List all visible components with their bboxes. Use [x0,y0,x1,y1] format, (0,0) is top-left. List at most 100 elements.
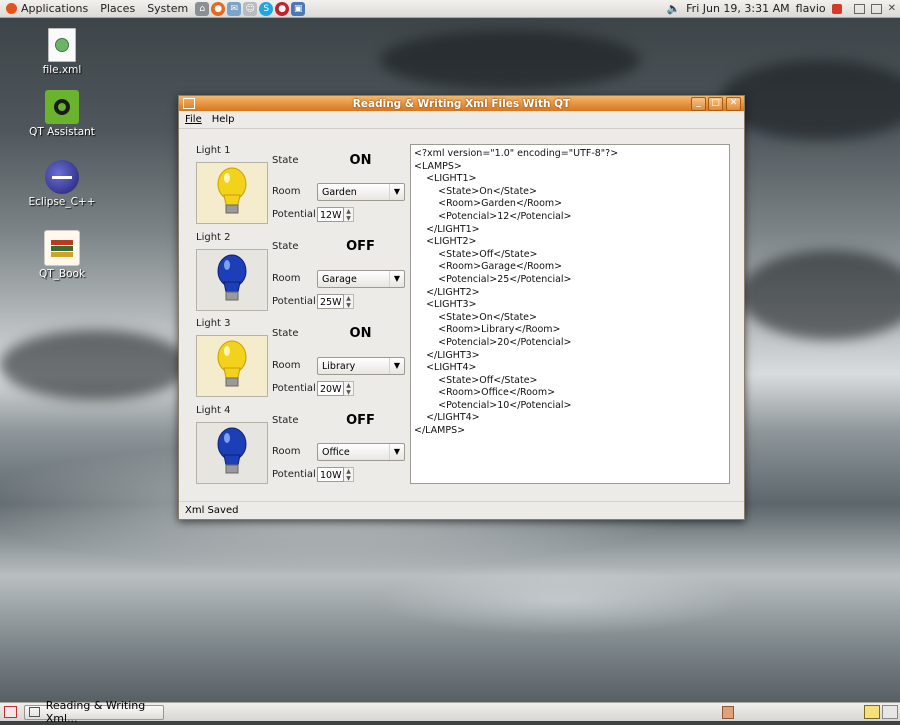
taskbar-window-button[interactable]: Reading & Writing Xml... [24,699,164,725]
trash-icon[interactable] [722,706,734,719]
app-window: Reading & Writing Xml Files With QT _ □ … [178,95,745,520]
potential-label: Potential [272,469,316,480]
file-menu[interactable]: File [185,114,202,125]
cloud-decoration [720,60,900,140]
user-name[interactable]: flavio [796,2,826,15]
state-value: ON [349,326,372,341]
desktop-icon-qt-assistant[interactable]: QT Assistant [22,90,102,138]
desktop-icon-qt-book[interactable]: QT_Book [22,230,102,280]
xml-line: <State>Off</State> [414,248,538,260]
workspace-switcher[interactable] [864,705,880,719]
xml-line: <LIGHT4> [414,362,477,374]
xml-line: <?xml version="1.0" encoding="UTF-8"?> [414,148,619,159]
xml-line: <LIGHT2> [414,236,477,248]
xml-line: <Potencial>25</Potencial> [414,273,572,285]
window-title: Reading & Writing Xml Files With QT [352,97,571,110]
xml-line: </LIGHT1> [414,223,480,235]
help-menu[interactable]: Help [212,114,235,125]
room-label: Room [272,186,301,197]
desktop-icon-eclipse[interactable]: Eclipse_C++ [22,160,102,208]
applications-menu[interactable]: Applications [0,0,94,17]
potential-spinbox[interactable]: 10W ▲ ▼ [317,467,354,482]
chat-launcher-icon[interactable]: ☺ [243,1,258,16]
minimize-button[interactable]: _ [691,97,706,111]
media-launcher-icon[interactable]: ● [275,1,290,16]
room-combobox[interactable]: Library ▼ [317,357,405,375]
xml-line: <Potencial>10</Potencial> [414,399,572,411]
window-restore-icon[interactable] [853,3,865,14]
room-combobox[interactable]: Garage ▼ [317,270,405,288]
places-menu[interactable]: Places [94,0,141,17]
xml-line: <State>On</State> [414,185,537,197]
close-icon[interactable]: ✕ [888,3,896,14]
lightbulb-off-icon [217,254,247,301]
window-maximize-icon[interactable] [870,3,882,14]
status-text: Xml Saved [185,505,239,516]
mail-launcher-icon[interactable]: ✉ [227,1,242,16]
spin-arrows[interactable]: ▲ ▼ [344,207,354,222]
xml-line: <State>Off</State> [414,374,538,386]
chevron-down-icon: ▼ [389,358,404,374]
ubuntu-logo-icon [6,3,17,14]
xml-line: <Potencial>12</Potencial> [414,210,572,222]
room-label: Room [272,273,301,284]
xml-line: <State>On</State> [414,311,537,323]
maximize-button[interactable]: □ [708,97,723,111]
firefox-launcher-icon[interactable]: ● [211,1,226,16]
system-menu[interactable]: System [141,0,194,17]
qt-assistant-icon [45,90,79,124]
top-panel: Applications Places System ⌂ ● ✉ ☺ S ● ▣… [0,0,900,18]
desktop-icon-file-xml[interactable]: file.xml [22,28,102,76]
window-titlebar[interactable]: Reading & Writing Xml Files With QT _ □ … [179,96,744,111]
eclipse-icon [45,160,79,194]
xml-line: </LIGHT2> [414,286,480,298]
skype-launcher-icon[interactable]: S [259,1,274,16]
chevron-down-icon: ▼ [389,184,404,200]
lamp-title: Light 2 [196,232,231,243]
state-value: OFF [346,239,375,254]
window-icon [29,707,40,717]
room-combobox[interactable]: Office ▼ [317,443,405,461]
volume-icon[interactable]: 🔈 [666,2,680,15]
room-combobox[interactable]: Garden ▼ [317,183,405,201]
room-label: Room [272,446,301,457]
lightbulb-on-icon [217,340,247,387]
xml-text-view[interactable]: <?xml version="1.0" encoding="UTF-8"?> <… [410,144,730,484]
status-bar: Xml Saved [179,501,744,519]
potential-label: Potential [272,383,316,394]
room-label: Room [272,360,301,371]
spin-arrows[interactable]: ▲ ▼ [344,381,354,396]
potential-spinbox[interactable]: 12W ▲ ▼ [317,207,354,222]
xml-line: <Room>Office</Room> [414,387,556,399]
state-label: State [272,415,299,426]
cloud-decoration [0,330,190,400]
spin-arrows[interactable]: ▲ ▼ [344,294,354,309]
lamp-title: Light 3 [196,318,231,329]
lightbulb-on-icon [217,167,247,214]
xml-line: </LAMPS> [414,425,466,437]
potential-spinbox[interactable]: 20W ▲ ▼ [317,381,354,396]
power-icon[interactable] [831,3,842,14]
home-launcher-icon[interactable]: ⌂ [195,1,210,16]
potential-label: Potential [272,296,316,307]
workspace-switcher-2[interactable] [882,705,898,719]
lamp-image [196,162,268,224]
spin-arrows[interactable]: ▲ ▼ [344,467,354,482]
xml-file-icon [48,28,76,62]
chevron-down-icon: ▼ [389,271,404,287]
system-tray: 🔈 Fri Jun 19, 3:31 AM flavio ✕ [666,2,900,15]
potential-spinbox[interactable]: 25W ▲ ▼ [317,294,354,309]
state-label: State [272,241,299,252]
clock[interactable]: Fri Jun 19, 3:31 AM [686,2,790,15]
window-menubar: File Help [179,111,744,129]
screen-launcher-icon[interactable]: ▣ [291,1,306,16]
cloud-decoration [380,30,640,90]
show-desktop-icon[interactable] [4,706,17,718]
state-label: State [272,328,299,339]
state-value: OFF [346,413,375,428]
close-button[interactable]: ✕ [726,97,741,111]
lamp-title: Light 1 [196,145,231,156]
xml-line: <LIGHT1> [414,173,477,185]
xml-line: </LIGHT3> [414,349,480,361]
bottom-panel: Reading & Writing Xml... [0,699,900,725]
